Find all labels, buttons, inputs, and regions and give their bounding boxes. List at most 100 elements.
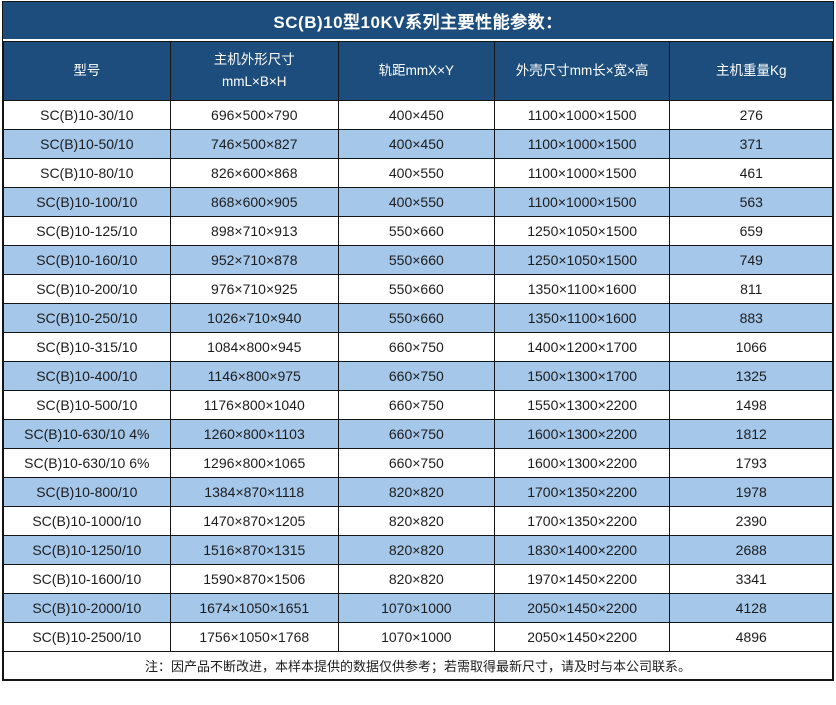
table-cell: SC(B)10-400/10 xyxy=(4,362,171,391)
table-row: SC(B)10-1000/101470×870×1205820×8201700×… xyxy=(4,507,833,536)
table-row: SC(B)10-100/10868×600×905400×5501100×100… xyxy=(4,188,833,217)
column-header-sublabel: mmL×B×H xyxy=(171,71,338,93)
column-header-label: 轨距mmX×Y xyxy=(339,60,494,82)
table-cell: 1674×1050×1651 xyxy=(170,594,338,623)
table-cell: 563 xyxy=(670,188,833,217)
table-cell: 4128 xyxy=(670,594,833,623)
spec-table: 型号 主机外形尺寸 mmL×B×H 轨距mmX×Y 外壳尺寸mm长×宽×高 主机… xyxy=(3,41,833,680)
table-cell: SC(B)10-1000/10 xyxy=(4,507,171,536)
table-cell: 1470×870×1205 xyxy=(170,507,338,536)
table-cell: 820×820 xyxy=(338,478,494,507)
table-cell: 820×820 xyxy=(338,507,494,536)
table-cell: 550×660 xyxy=(338,275,494,304)
table-cell: 461 xyxy=(670,159,833,188)
table-cell: 1250×1050×1500 xyxy=(494,246,670,275)
table-row: SC(B)10-250/101026×710×940550×6601350×11… xyxy=(4,304,833,333)
table-cell: 1250×1050×1500 xyxy=(494,217,670,246)
table-cell: 1100×1000×1500 xyxy=(494,101,670,130)
column-header-label: 主机重量Kg xyxy=(670,60,832,82)
table-cell: 1100×1000×1500 xyxy=(494,130,670,159)
footnote-row: 注：因产品不断改进，本样本提供的数据仅供参考；若需取得最新尺寸，请及时与本公司联… xyxy=(4,652,833,680)
table-cell: 749 xyxy=(670,246,833,275)
table-cell: 1600×1300×2200 xyxy=(494,420,670,449)
table-cell: 1700×1350×2200 xyxy=(494,507,670,536)
table-cell: 660×750 xyxy=(338,391,494,420)
column-header-label: 外壳尺寸mm长×宽×高 xyxy=(495,60,670,82)
table-cell: SC(B)10-315/10 xyxy=(4,333,171,362)
table-row: SC(B)10-50/10746×500×827400×4501100×1000… xyxy=(4,130,833,159)
table-row: SC(B)10-2000/101674×1050×16511070×100020… xyxy=(4,594,833,623)
table-cell: 1026×710×940 xyxy=(170,304,338,333)
table-cell: 660×750 xyxy=(338,333,494,362)
table-row: SC(B)10-800/101384×870×1118820×8201700×1… xyxy=(4,478,833,507)
table-cell: 898×710×913 xyxy=(170,217,338,246)
table-cell: SC(B)10-2000/10 xyxy=(4,594,171,623)
table-cell: 1600×1300×2200 xyxy=(494,449,670,478)
table-cell: 1516×870×1315 xyxy=(170,536,338,565)
table-cell: 1756×1050×1768 xyxy=(170,623,338,652)
table-cell: 550×660 xyxy=(338,304,494,333)
column-header-label: 型号 xyxy=(4,60,170,82)
column-header-enclosure-dimensions: 外壳尺寸mm长×宽×高 xyxy=(494,42,670,101)
table-cell: SC(B)10-500/10 xyxy=(4,391,171,420)
table-cell: 3341 xyxy=(670,565,833,594)
table-cell: 1793 xyxy=(670,449,833,478)
table-cell: 868×600×905 xyxy=(170,188,338,217)
table-cell: 1700×1350×2200 xyxy=(494,478,670,507)
table-row: SC(B)10-630/10 4%1260×800×1103660×750160… xyxy=(4,420,833,449)
table-cell: 1070×1000 xyxy=(338,623,494,652)
table-cell: SC(B)10-200/10 xyxy=(4,275,171,304)
table-cell: 2050×1450×2200 xyxy=(494,623,670,652)
table-cell: 660×750 xyxy=(338,362,494,391)
table-row: SC(B)10-1600/101590×870×1506820×8201970×… xyxy=(4,565,833,594)
table-cell: 1296×800×1065 xyxy=(170,449,338,478)
table-cell: 883 xyxy=(670,304,833,333)
table-cell: SC(B)10-630/10 6% xyxy=(4,449,171,478)
table-cell: 1978 xyxy=(670,478,833,507)
table-cell: SC(B)10-100/10 xyxy=(4,188,171,217)
table-cell: SC(B)10-250/10 xyxy=(4,304,171,333)
table-cell: 1325 xyxy=(670,362,833,391)
table-cell: 696×500×790 xyxy=(170,101,338,130)
table-cell: 820×820 xyxy=(338,565,494,594)
table-cell: 1550×1300×2200 xyxy=(494,391,670,420)
table-cell: 400×450 xyxy=(338,130,494,159)
table-cell: 400×550 xyxy=(338,159,494,188)
table-row: SC(B)10-500/101176×800×1040660×7501550×1… xyxy=(4,391,833,420)
column-header-unit-dimensions: 主机外形尺寸 mmL×B×H xyxy=(170,42,338,101)
column-header-label: 主机外形尺寸 xyxy=(171,49,338,71)
table-cell: 660×750 xyxy=(338,420,494,449)
table-cell: 1590×870×1506 xyxy=(170,565,338,594)
table-row: SC(B)10-125/10898×710×913550×6601250×105… xyxy=(4,217,833,246)
table-cell: SC(B)10-160/10 xyxy=(4,246,171,275)
table-body: SC(B)10-30/10696×500×790400×4501100×1000… xyxy=(4,101,833,652)
table-cell: 746×500×827 xyxy=(170,130,338,159)
header-row: 型号 主机外形尺寸 mmL×B×H 轨距mmX×Y 外壳尺寸mm长×宽×高 主机… xyxy=(4,42,833,101)
table-cell: 820×820 xyxy=(338,536,494,565)
table-cell: 1176×800×1040 xyxy=(170,391,338,420)
table-cell: 1350×1100×1600 xyxy=(494,275,670,304)
table-cell: 371 xyxy=(670,130,833,159)
table-row: SC(B)10-1250/101516×870×1315820×8201830×… xyxy=(4,536,833,565)
table-row: SC(B)10-160/10952×710×878550×6601250×105… xyxy=(4,246,833,275)
table-cell: 276 xyxy=(670,101,833,130)
table-cell: SC(B)10-630/10 4% xyxy=(4,420,171,449)
column-header-model: 型号 xyxy=(4,42,171,101)
table-footer: 注：因产品不断改进，本样本提供的数据仅供参考；若需取得最新尺寸，请及时与本公司联… xyxy=(4,652,833,680)
table-cell: 1100×1000×1500 xyxy=(494,188,670,217)
table-cell: 659 xyxy=(670,217,833,246)
table-cell: 1500×1300×1700 xyxy=(494,362,670,391)
table-row: SC(B)10-315/101084×800×945660×7501400×12… xyxy=(4,333,833,362)
column-header-rail-gauge: 轨距mmX×Y xyxy=(338,42,494,101)
table-row: SC(B)10-80/10826×600×868400×5501100×1000… xyxy=(4,159,833,188)
page-title: SC(B)10型10KV系列主要性能参数： xyxy=(3,2,833,41)
table-cell: 1066 xyxy=(670,333,833,362)
table-cell: 4896 xyxy=(670,623,833,652)
table-cell: 1350×1100×1600 xyxy=(494,304,670,333)
table-cell: SC(B)10-30/10 xyxy=(4,101,171,130)
table-row: SC(B)10-200/10976×710×925550×6601350×110… xyxy=(4,275,833,304)
table-cell: SC(B)10-125/10 xyxy=(4,217,171,246)
table-cell: 660×750 xyxy=(338,449,494,478)
table-cell: 2390 xyxy=(670,507,833,536)
table-cell: 976×710×925 xyxy=(170,275,338,304)
